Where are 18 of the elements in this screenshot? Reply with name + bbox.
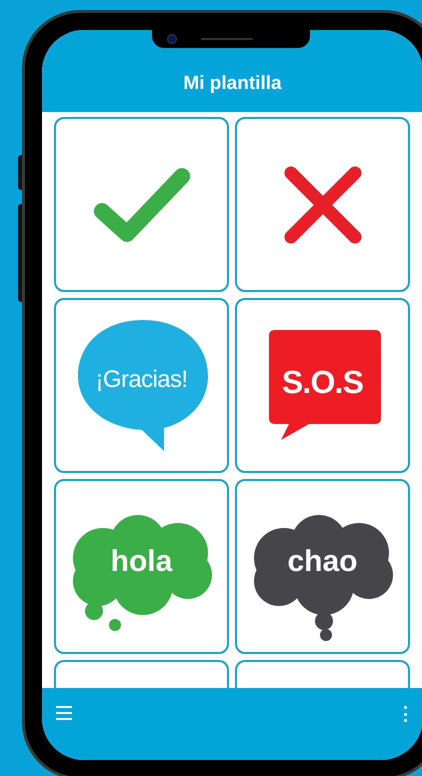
bubble-text: S.O.S	[280, 363, 364, 402]
cross-icon	[282, 164, 362, 244]
menu-button[interactable]	[56, 706, 72, 720]
pictogram-tile[interactable]: S.O.S	[235, 298, 410, 473]
cloud-text: chao	[286, 544, 359, 580]
camera-icon	[167, 34, 177, 44]
pictogram-tile[interactable]	[54, 660, 229, 688]
pictogram-tile[interactable]	[235, 660, 410, 688]
pictogram-tile[interactable]	[54, 117, 229, 292]
cloud-text: hola	[110, 544, 174, 580]
pictogram-tile[interactable]	[235, 117, 410, 292]
pictogram-tile[interactable]: chao	[235, 479, 410, 654]
more-options-button[interactable]	[403, 706, 407, 722]
header-title: Mi plantilla	[183, 72, 282, 96]
pictogram-tile[interactable]: hola	[54, 479, 229, 654]
checkmark-icon	[92, 166, 192, 244]
bubble-text: ¡Gracias!	[94, 365, 188, 395]
pictogram-tile[interactable]: ¡Gracias!	[54, 298, 229, 473]
